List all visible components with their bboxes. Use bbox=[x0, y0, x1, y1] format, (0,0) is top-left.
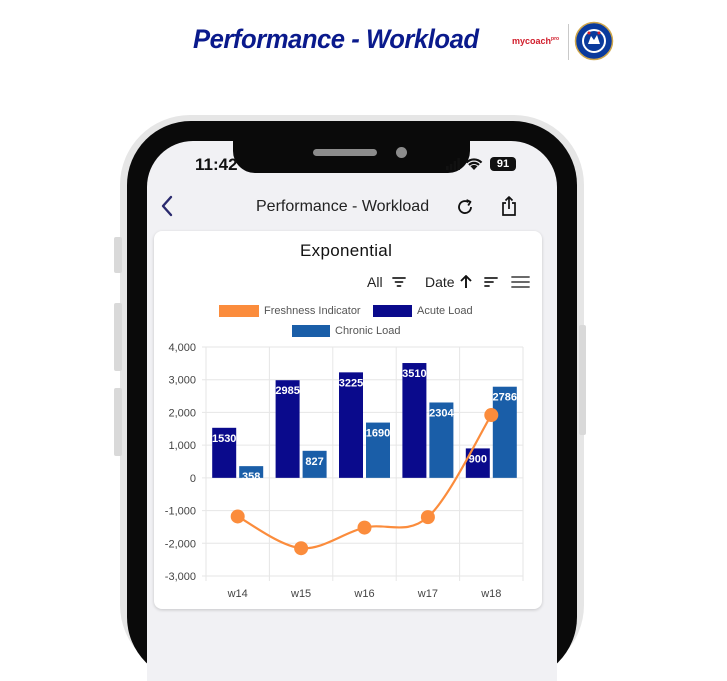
x-tick-label: w14 bbox=[227, 588, 248, 600]
chronic-load-data-label: 2786 bbox=[493, 392, 517, 404]
freshness-point bbox=[294, 541, 309, 556]
acute-load-bar bbox=[402, 363, 427, 478]
chronic-load-data-label: 827 bbox=[305, 456, 323, 468]
acute-load-data-label: 1530 bbox=[212, 433, 236, 445]
x-tick-label: w17 bbox=[417, 588, 438, 600]
y-tick-label: 0 bbox=[190, 473, 196, 485]
y-tick-label: -1,000 bbox=[165, 506, 196, 518]
acute-load-data-label: 3510 bbox=[402, 368, 426, 380]
x-tick-label: w18 bbox=[480, 588, 501, 600]
chronic-load-data-label: 2304 bbox=[429, 407, 454, 419]
y-tick-label: 2,000 bbox=[168, 407, 196, 419]
acute-load-data-label: 900 bbox=[469, 453, 487, 465]
y-tick-label: 1,000 bbox=[168, 440, 196, 452]
workload-chart: 4,000 3,000 2,000 1,000 0 -1,000 -2,000 -3,000 1… bbox=[165, 342, 524, 600]
chronic-load-data-label: 358 bbox=[242, 471, 260, 483]
x-tick-label: w15 bbox=[290, 588, 311, 600]
freshness-point bbox=[230, 509, 245, 524]
chronic-load-data-label: 1690 bbox=[366, 428, 390, 440]
y-tick-label: -2,000 bbox=[165, 538, 196, 550]
x-tick-label: w16 bbox=[353, 588, 374, 600]
freshness-point bbox=[357, 520, 372, 535]
y-tick-label: -3,000 bbox=[165, 571, 196, 583]
acute-load-data-label: 2985 bbox=[275, 385, 299, 397]
acute-load-data-label: 3225 bbox=[339, 377, 363, 389]
y-tick-label: 4,000 bbox=[168, 342, 196, 354]
y-tick-label: 3,000 bbox=[168, 375, 196, 387]
freshness-point bbox=[484, 408, 499, 423]
freshness-point bbox=[420, 510, 435, 525]
